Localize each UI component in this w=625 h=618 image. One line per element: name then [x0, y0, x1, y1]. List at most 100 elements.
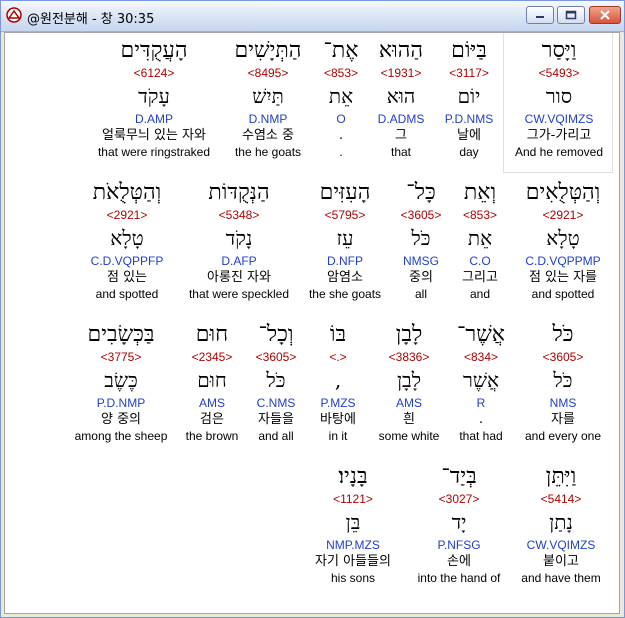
lemma: טָלָא	[110, 226, 144, 250]
parsing-code[interactable]: NMSG	[393, 253, 449, 269]
word-cell[interactable]: אֲשֶׁר־ <834> אֲשֶׁר R . that had	[451, 321, 511, 444]
parsing-code[interactable]: CW.VQIMZS	[509, 111, 609, 127]
parsing-code[interactable]: D.AFP	[181, 253, 297, 269]
strong-number[interactable]: <2921>	[79, 207, 175, 223]
word-cell[interactable]: בָּנָיו׃ <1121> בֵּן NMP.MZS 자기 아들들의 his…	[303, 463, 403, 586]
strong-number[interactable]: <3605>	[519, 349, 607, 365]
parsing-code[interactable]: C.O	[455, 253, 505, 269]
strong-number[interactable]: <3117>	[437, 65, 501, 81]
korean-gloss: 손에	[447, 554, 471, 569]
strong-number[interactable]: <3605>	[393, 207, 449, 223]
korean-gloss: 아롱진 자와	[207, 270, 271, 285]
parsing-code[interactable]: D.NFP	[303, 253, 387, 269]
strong-number[interactable]: <5493>	[509, 65, 609, 81]
english-gloss: in it	[328, 429, 348, 443]
strong-number[interactable]: <1931>	[371, 65, 431, 81]
english-gloss: day	[459, 145, 479, 159]
lemma: עֵז	[336, 226, 354, 250]
strong-number[interactable]: <3775>	[67, 349, 175, 365]
korean-gloss: 얼룩무늬 있는 자와	[102, 128, 206, 143]
strong-number[interactable]: <834>	[451, 349, 511, 365]
strong-number[interactable]: <6124>	[89, 65, 219, 81]
strong-number[interactable]: <1121>	[303, 491, 403, 507]
lemma: אֲשֶׁר	[463, 368, 499, 392]
strong-number[interactable]: <5348>	[181, 207, 297, 223]
maximize-icon	[565, 10, 577, 20]
word-cell[interactable]: חוּם <2345> חוּם AMS 검은 the brown	[181, 321, 243, 444]
word-cell[interactable]: כֹּל <3605> כֹּל NMS 자를 and every one	[519, 321, 607, 444]
lemma: ,	[334, 368, 342, 392]
word-cell[interactable]: וְאֵת <853> אֵת C.O 그리고 and	[455, 179, 505, 302]
window-title: @원전분해 - 창 30:35	[27, 12, 155, 27]
parsing-code[interactable]: D.AMP	[89, 111, 219, 127]
lemma: נָקֹד	[225, 226, 253, 250]
parsing-code[interactable]: R	[451, 395, 511, 411]
hebrew-word: הַתְּיָשִׁים	[234, 38, 302, 63]
parsing-code[interactable]: C.D.VQPPMP	[511, 253, 615, 269]
title-bar[interactable]: @원전분해 - 창 30:35	[1, 1, 624, 32]
parsing-code[interactable]: CW.VQIMZS	[515, 537, 607, 553]
strong-number[interactable]: <5414>	[515, 491, 607, 507]
word-cell[interactable]: כָּל־ <3605> כֹּל NMSG 중의 all	[393, 179, 449, 302]
parsing-code[interactable]: AMS	[373, 395, 445, 411]
word-cell[interactable]: אֶת־ <853> אֵת O . .	[317, 37, 365, 160]
word-cell[interactable]: וְכָל־ <3605> כֹּל C.NMS 자들을 and all	[249, 321, 303, 444]
korean-gloss: 점 있는	[106, 270, 147, 285]
maximize-button[interactable]	[557, 6, 585, 24]
parsing-code[interactable]: C.D.VQPPFP	[79, 253, 175, 269]
english-gloss: and	[469, 287, 491, 301]
parsing-code[interactable]: NMP.MZS	[303, 537, 403, 553]
word-cell[interactable]: בְּיַד־ <3027> יָד P.NFSG 손에 into the ha…	[409, 463, 509, 586]
close-button[interactable]	[589, 6, 621, 24]
parsing-code[interactable]: NMS	[519, 395, 607, 411]
word-cell[interactable]: הַנְּקֻדּוֹת <5348> נָקֹד D.AFP 아롱진 자와 t…	[181, 179, 297, 302]
strong-number[interactable]: <3836>	[373, 349, 445, 365]
word-cell[interactable]: וַיִּתֵּן <5414> נָתַן CW.VQIMZS 붙이고 and…	[515, 463, 607, 586]
parsing-code[interactable]: P.NFSG	[409, 537, 509, 553]
parsing-code[interactable]: P.D.NMS	[437, 111, 501, 127]
strong-number[interactable]: <2345>	[181, 349, 243, 365]
strong-number[interactable]: <2921>	[511, 207, 615, 223]
word-cell[interactable]: בַּיּוֹם <3117> יוֹם P.D.NMS 날에 day	[437, 37, 501, 160]
minimize-button[interactable]	[526, 6, 554, 24]
english-gloss: some white	[378, 429, 440, 443]
word-cell[interactable]: הַהוּא <1931> הוּא D.ADMS 그 that	[371, 37, 431, 160]
strong-number[interactable]: <5795>	[303, 207, 387, 223]
parsing-code[interactable]: D.ADMS	[371, 111, 431, 127]
word-cell[interactable]: וַיָּסַר <5493> סור CW.VQIMZS 그가-가리고 And…	[509, 37, 609, 160]
english-gloss: the brown	[185, 429, 239, 443]
strong-number[interactable]: <.>	[309, 349, 367, 365]
lemma: לָבָן	[396, 368, 422, 392]
strong-number[interactable]: <8495>	[225, 65, 311, 81]
word-cell[interactable]: בּוֹ <.> , P.MZS 바탕에 in it	[309, 321, 367, 444]
lemma: הוּא	[386, 84, 416, 108]
word-cell[interactable]: הָעֲקֻדִּים <6124> עָקֹד D.AMP 얼룩무늬 있는 자…	[89, 37, 219, 160]
word-cell[interactable]: הַתְּיָשִׁים <8495> תַּיִשׁ D.NMP 수염소 중 …	[225, 37, 311, 160]
korean-gloss: 그리고	[462, 270, 498, 285]
korean-gloss: 붙이고	[543, 554, 579, 569]
parsing-code[interactable]: O	[317, 111, 365, 127]
parsing-code[interactable]: P.MZS	[309, 395, 367, 411]
strong-number[interactable]: <853>	[317, 65, 365, 81]
word-cell[interactable]: לָבָן <3836> לָבָן AMS 흰 some white	[373, 321, 445, 444]
lemma: נָתַן	[549, 510, 573, 534]
strong-number[interactable]: <3605>	[249, 349, 303, 365]
lemma: עָקֹד	[138, 84, 170, 108]
parsing-code[interactable]: P.D.NMP	[67, 395, 175, 411]
word-cell[interactable]: בַּכְּשָׂבִים <3775> כֶּשֶׂב P.D.NMP 양 중…	[67, 321, 175, 444]
word-cell[interactable]: וְהַטְּלֻאִים <2921> טָלָא C.D.VQPPMP 점 …	[511, 179, 615, 302]
strong-number[interactable]: <853>	[455, 207, 505, 223]
hebrew-word: בַּכְּשָׂבִים	[87, 322, 155, 347]
word-cell[interactable]: הָעִזִּים <5795> עֵז D.NFP 암염소 the she g…	[303, 179, 387, 302]
english-gloss: his sons	[330, 571, 376, 585]
word-cell[interactable]: וְהַטְּלֻאֹת <2921> טָלָא C.D.VQPPFP 점 있…	[79, 179, 175, 302]
lemma: חוּם	[197, 368, 227, 392]
strong-number[interactable]: <3027>	[409, 491, 509, 507]
parsing-code[interactable]: D.NMP	[225, 111, 311, 127]
lemma: כֹּל	[266, 368, 286, 392]
parsing-code[interactable]: AMS	[181, 395, 243, 411]
korean-gloss: 그	[395, 128, 407, 143]
lemma: כֹּל	[553, 368, 573, 392]
parsing-code[interactable]: C.NMS	[249, 395, 303, 411]
korean-gloss: .	[478, 412, 484, 427]
